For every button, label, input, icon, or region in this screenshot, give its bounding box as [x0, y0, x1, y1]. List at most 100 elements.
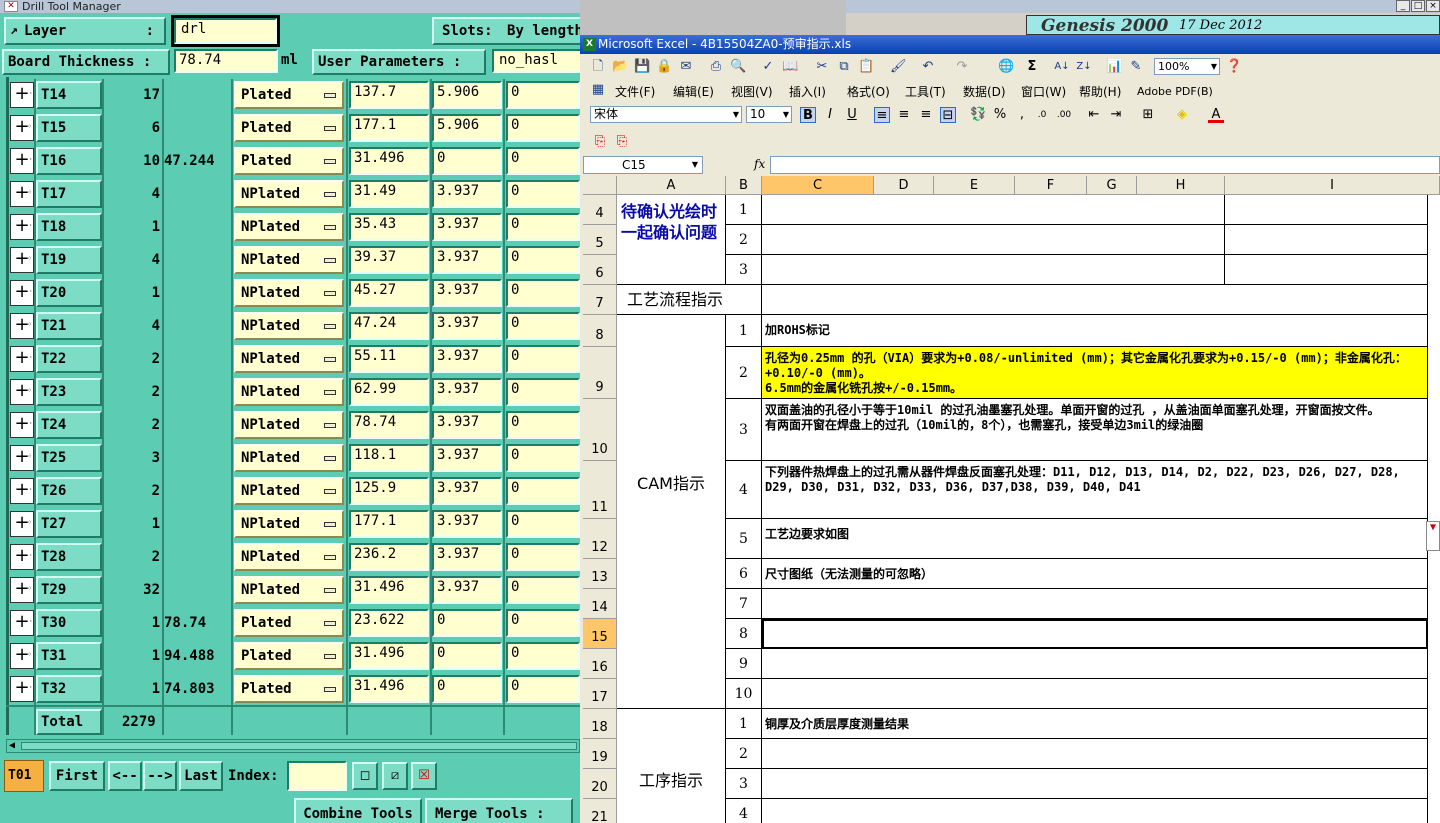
process-item-number[interactable]: 3: [726, 769, 762, 799]
expand-icon[interactable]: + ·: [10, 82, 34, 108]
formula-bar[interactable]: [770, 156, 1440, 174]
tool-tolerance-minus-input[interactable]: 0: [506, 246, 580, 274]
cam-item-number[interactable]: 8: [726, 619, 762, 649]
row-header[interactable]: 10: [583, 399, 617, 461]
cam-item-number[interactable]: 9: [726, 649, 762, 679]
align-right-icon[interactable]: ≡: [918, 107, 934, 123]
expand-icon[interactable]: + ·: [10, 280, 34, 306]
column-header[interactable]: D: [874, 176, 934, 195]
sort-desc-icon[interactable]: Z↓: [1076, 59, 1092, 75]
cam-item-text[interactable]: 孔径为0.25mm 的孔（VIA）要求为+0.08/-unlimited (mm…: [762, 347, 1428, 399]
cam-item-number[interactable]: 10: [726, 679, 762, 709]
tool-drill-size-input[interactable]: 236.2: [349, 543, 429, 571]
cam-item-text[interactable]: [762, 649, 1428, 679]
row-header[interactable]: 17: [583, 679, 617, 709]
scroll-left-icon[interactable]: ◀: [9, 740, 15, 752]
tool-name-button[interactable]: T31: [36, 642, 102, 670]
tool-tolerance-plus-input[interactable]: 3.937: [432, 477, 502, 505]
drawing-icon[interactable]: ✎: [1128, 59, 1144, 75]
genesis-minimize-button[interactable]: _: [1396, 0, 1410, 12]
tool-drill-size-input[interactable]: 55.11: [349, 345, 429, 373]
tool-tolerance-minus-input[interactable]: 0: [506, 609, 580, 637]
item-cell-i[interactable]: [1225, 195, 1428, 225]
row-header[interactable]: 14: [583, 589, 617, 619]
item-cell[interactable]: [762, 225, 1225, 255]
tool-type-select[interactable]: Plated: [234, 675, 344, 703]
pdf-convert-icon[interactable]: ⎘: [592, 134, 608, 150]
open-icon[interactable]: 📂: [612, 59, 628, 75]
workbook-icon[interactable]: ▦: [590, 82, 606, 98]
tool-name-button[interactable]: T26: [36, 477, 102, 505]
tool-tolerance-minus-input[interactable]: 0: [506, 642, 580, 670]
tool-tolerance-minus-input[interactable]: 0: [506, 378, 580, 406]
process-item-text[interactable]: [762, 739, 1428, 769]
row-header[interactable]: 11: [583, 461, 617, 519]
tool-drill-size-input[interactable]: 39.37: [349, 246, 429, 274]
comma-icon[interactable]: ,: [1014, 107, 1030, 123]
undo-icon[interactable]: ↶: [920, 59, 936, 75]
tool-name-button[interactable]: T30: [36, 609, 102, 637]
tool-drill-size-input[interactable]: 78.74: [349, 411, 429, 439]
expand-icon[interactable]: + ·: [10, 610, 34, 636]
underline-icon[interactable]: U: [844, 107, 860, 123]
tool-type-select[interactable]: NPlated: [234, 312, 344, 340]
tool-drill-size-input[interactable]: 177.1: [349, 510, 429, 538]
cam-item-text[interactable]: [762, 679, 1428, 709]
autosum-icon[interactable]: Σ: [1024, 59, 1040, 75]
edit-tool-button[interactable]: ⧄: [382, 762, 408, 790]
format-painter-icon[interactable]: 🖌: [890, 59, 907, 75]
expand-icon[interactable]: + ◦: [10, 643, 34, 669]
sort-asc-icon[interactable]: A↓: [1054, 59, 1070, 75]
fill-color-icon[interactable]: ◈: [1174, 107, 1190, 123]
tool-type-select[interactable]: Plated: [234, 609, 344, 637]
tool-type-select[interactable]: NPlated: [234, 510, 344, 538]
tool-name-button[interactable]: T22: [36, 345, 102, 373]
process-item-number[interactable]: 1: [726, 709, 762, 739]
scroll-thumb[interactable]: [21, 742, 577, 750]
genesis-close-button[interactable]: ×: [1426, 0, 1440, 12]
percent-icon[interactable]: %: [992, 107, 1008, 123]
italic-icon[interactable]: I: [822, 107, 838, 123]
save-icon[interactable]: 💾: [634, 59, 650, 75]
permission-icon[interactable]: 🔒: [656, 59, 672, 75]
menu-insert[interactable]: 插入(I): [789, 82, 826, 102]
tool-type-select[interactable]: NPlated: [234, 345, 344, 373]
name-box[interactable]: C15 ▼: [583, 156, 703, 174]
cam-item-number[interactable]: 2: [726, 347, 762, 399]
decrease-indent-icon[interactable]: ⇤: [1086, 107, 1102, 123]
row-header[interactable]: 4: [583, 195, 617, 225]
merge-center-icon[interactable]: ⊟: [940, 107, 956, 123]
tool-tolerance-minus-input[interactable]: 0: [506, 114, 580, 142]
menu-help[interactable]: 帮助(H): [1079, 82, 1121, 102]
row-header[interactable]: 9: [583, 347, 617, 399]
tool-drill-size-input[interactable]: 125.9: [349, 477, 429, 505]
tool-type-select[interactable]: NPlated: [234, 444, 344, 472]
paste-icon[interactable]: 📋: [858, 59, 874, 75]
cam-item-number[interactable]: 3: [726, 399, 762, 461]
slots-selector[interactable]: Slots: By length: [432, 17, 580, 45]
tool-tolerance-plus-input[interactable]: 3.937: [432, 411, 502, 439]
first-button[interactable]: First: [49, 761, 105, 791]
tool-drill-size-input[interactable]: 62.99: [349, 378, 429, 406]
tool-drill-size-input[interactable]: 47.24: [349, 312, 429, 340]
currency-icon[interactable]: 💱: [970, 107, 986, 123]
row-header[interactable]: 8: [583, 315, 617, 347]
tool-tolerance-plus-input[interactable]: 3.937: [432, 279, 502, 307]
expand-icon[interactable]: + ◦: [10, 445, 34, 471]
delete-tool-button[interactable]: ☒: [411, 762, 437, 790]
tool-tolerance-plus-input[interactable]: 3.937: [432, 180, 502, 208]
tool-drill-size-input[interactable]: 177.1: [349, 114, 429, 142]
cam-item-number[interactable]: 4: [726, 461, 762, 519]
column-header[interactable]: I: [1225, 176, 1440, 195]
process-flow-title[interactable]: 工艺流程指示: [617, 285, 762, 315]
tool-name-button[interactable]: T23: [36, 378, 102, 406]
pending-issues-title[interactable]: 待确认光绘时一起确认问题: [617, 195, 726, 285]
tool-tolerance-minus-input[interactable]: 0: [506, 279, 580, 307]
font-size-select[interactable]: 10 ▼: [746, 106, 792, 123]
tool-type-select[interactable]: NPlated: [234, 543, 344, 571]
email-icon[interactable]: ✉: [678, 59, 694, 75]
expand-icon[interactable]: + ·: [10, 676, 34, 702]
cam-item-text[interactable]: 加ROHS标记: [762, 315, 1428, 347]
tool-name-button[interactable]: T16: [36, 147, 102, 175]
comment-indicator-icon[interactable]: ▼: [1426, 521, 1440, 551]
